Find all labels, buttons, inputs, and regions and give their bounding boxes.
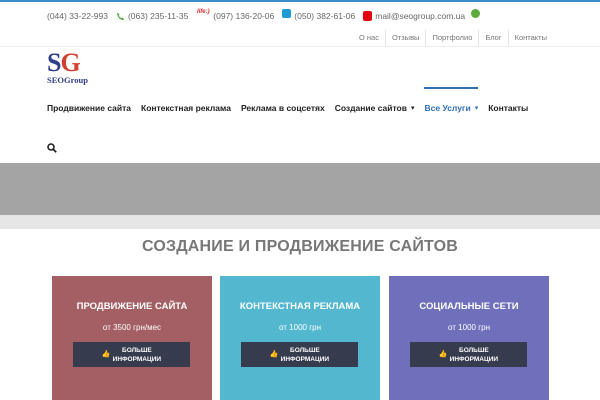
nav-seo-promotion[interactable]: Продвижение сайта [47,100,131,116]
hero-banner [0,163,600,215]
more-info-label: БОЛЬШЕ ИНФОРМАЦИИ [449,346,499,363]
nav-social-ads[interactable]: Реклама в соцсетях [241,100,325,116]
mts-icon [363,11,373,21]
contact-phone-3-text: (097) 136-20-06 [213,11,275,21]
nav-contacts-label: Контакты [488,103,529,113]
service-card-context: КОНТЕКСТНАЯ РЕКЛАМА от 1000 грн 👍 БОЛЬШЕ… [220,276,380,400]
nav-seo-promotion-label: Продвижение сайта [47,103,131,113]
contact-phone-3[interactable]: life:) (097) 136-20-06 [196,9,275,21]
card-price: от 1000 грн [448,323,490,332]
thumbs-up-icon: 👍 [438,351,448,358]
topnav-reviews[interactable]: Отзывы [384,30,425,46]
service-card-social: СОЦИАЛЬНЫЕ СЕТИ от 1000 грн 👍 БОЛЬШЕ ИНФ… [389,276,549,400]
card-price: от 1000 грн [279,323,321,332]
topnav-about[interactable]: О нас [353,30,385,46]
nav-social-ads-label: Реклама в соцсетях [240,103,325,113]
search-icon[interactable] [47,140,57,153]
logo[interactable]: SG SEOGroup [47,50,107,86]
nav-site-creation-label: Создание сайтов [334,103,407,113]
contact-phone-2-text: (063) 235-11-35 [127,11,189,21]
contact-phone-4[interactable]: (050) 382-61-06 [282,8,356,21]
more-info-label: БОЛЬШЕ ИНФОРМАЦИИ [280,346,330,363]
contact-phone-1-text: (044) 33-22-993 [47,11,108,21]
logo-subtitle: SEOGroup [47,75,88,85]
contact-phone-1[interactable]: (044) 33-22-993 [47,11,108,21]
nav-contacts[interactable]: Контакты [488,100,528,116]
top-nav: О нас Отзывы Портфолио Блог Контакты [353,30,553,46]
nav-context-ads[interactable]: Контекстная реклама [141,100,231,116]
contact-phone-2[interactable]: (063) 235-11-35 [116,11,188,21]
life-icon: life:) [196,9,210,15]
contact-phone-4-text: (050) 382-61-06 [294,11,356,21]
chevron-down-icon: ▾ [474,105,479,112]
card-title: ПРОДВИЖЕНИЕ САЙТА [76,301,188,312]
topnav-portfolio[interactable]: Портфолио [425,30,478,46]
thumbs-up-icon: 👍 [269,351,279,358]
header-separator [0,46,600,47]
more-info-button[interactable]: 👍 БОЛЬШЕ ИНФОРМАЦИИ [73,342,190,367]
card-title: СОЦИАЛЬНЫЕ СЕТИ [419,301,519,312]
more-info-button[interactable]: 👍 БОЛЬШЕ ИНФОРМАЦИИ [410,342,527,367]
card-price: от 3500 грн/мес [102,323,162,332]
card-title: КОНТЕКСТНАЯ РЕКЛАМА [239,301,361,312]
contact-email-text: mail@seogroup.com.ua [375,11,466,21]
contacts-bar: (044) 33-22-993 (063) 235-11-35 life:) (… [47,8,491,24]
nav-context-ads-label: Контекстная реклама [141,103,231,113]
main-nav: Продвижение сайта Контекстная реклама Ре… [47,87,538,116]
chevron-down-icon: ▾ [410,105,415,112]
logo-letter-g: G [60,48,80,77]
topnav-blog[interactable]: Блог [478,30,507,46]
thumbs-up-icon: 👍 [101,351,111,358]
kyivstar-icon [282,8,292,18]
nav-all-services-label: Все Услуги [424,103,471,113]
kyivstar-phone-icon [116,12,125,21]
more-info-button[interactable]: 👍 БОЛЬШЕ ИНФОРМАЦИИ [241,342,358,367]
email-icon [471,8,481,18]
more-info-label: БОЛЬШЕ ИНФОРМАЦИИ [112,346,162,363]
service-card-seo: ПРОДВИЖЕНИЕ САЙТА от 3500 грн/мес 👍 БОЛЬ… [52,276,212,400]
nav-all-services[interactable]: Все Услуги ▾ [424,87,479,116]
nav-site-creation[interactable]: Создание сайтов ▾ [335,100,415,116]
hero-banner-bottom [0,215,600,229]
top-accent-line [0,0,600,2]
section-heading: СОЗДАНИЕ И ПРОДВИЖЕНИЕ САЙТОВ [141,238,459,255]
contact-email[interactable]: mail@seogroup.com.ua [363,8,483,21]
logo-letter-s: S [47,48,62,77]
topnav-contacts[interactable]: Контакты [507,30,553,46]
